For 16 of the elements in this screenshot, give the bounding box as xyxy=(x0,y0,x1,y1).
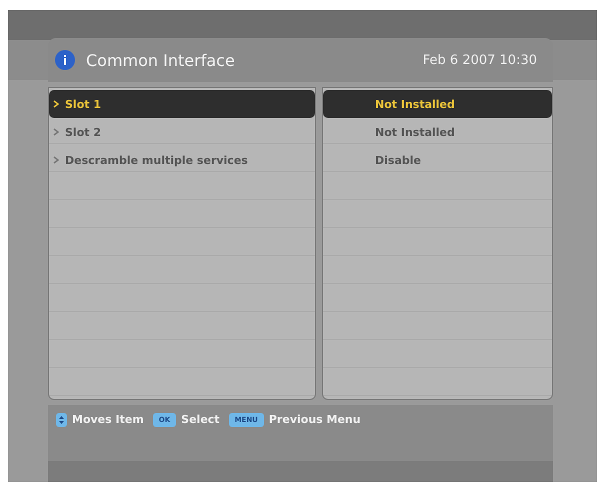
window-title: Common Interface xyxy=(86,50,236,70)
hint-label: Moves Item xyxy=(72,413,144,426)
date-time: Feb 6 2007 10:30 xyxy=(422,52,537,68)
item-value: Not Installed xyxy=(323,90,552,118)
menu-item[interactable]: Descramble multiple services xyxy=(49,146,315,174)
hint-label: Select xyxy=(181,413,220,426)
chevron-icon xyxy=(53,128,59,136)
item-value: Disable xyxy=(374,152,422,168)
item-value: Not Installed xyxy=(374,124,456,140)
info-icon xyxy=(54,49,76,71)
hint-label: Previous Menu xyxy=(268,413,361,426)
up-down-key-icon xyxy=(56,413,67,427)
chevron-icon xyxy=(53,156,59,164)
chevron-icon xyxy=(53,100,59,108)
menu-item[interactable]: Slot 1 xyxy=(49,90,315,118)
menu-item[interactable]: Slot 2 xyxy=(49,118,315,146)
